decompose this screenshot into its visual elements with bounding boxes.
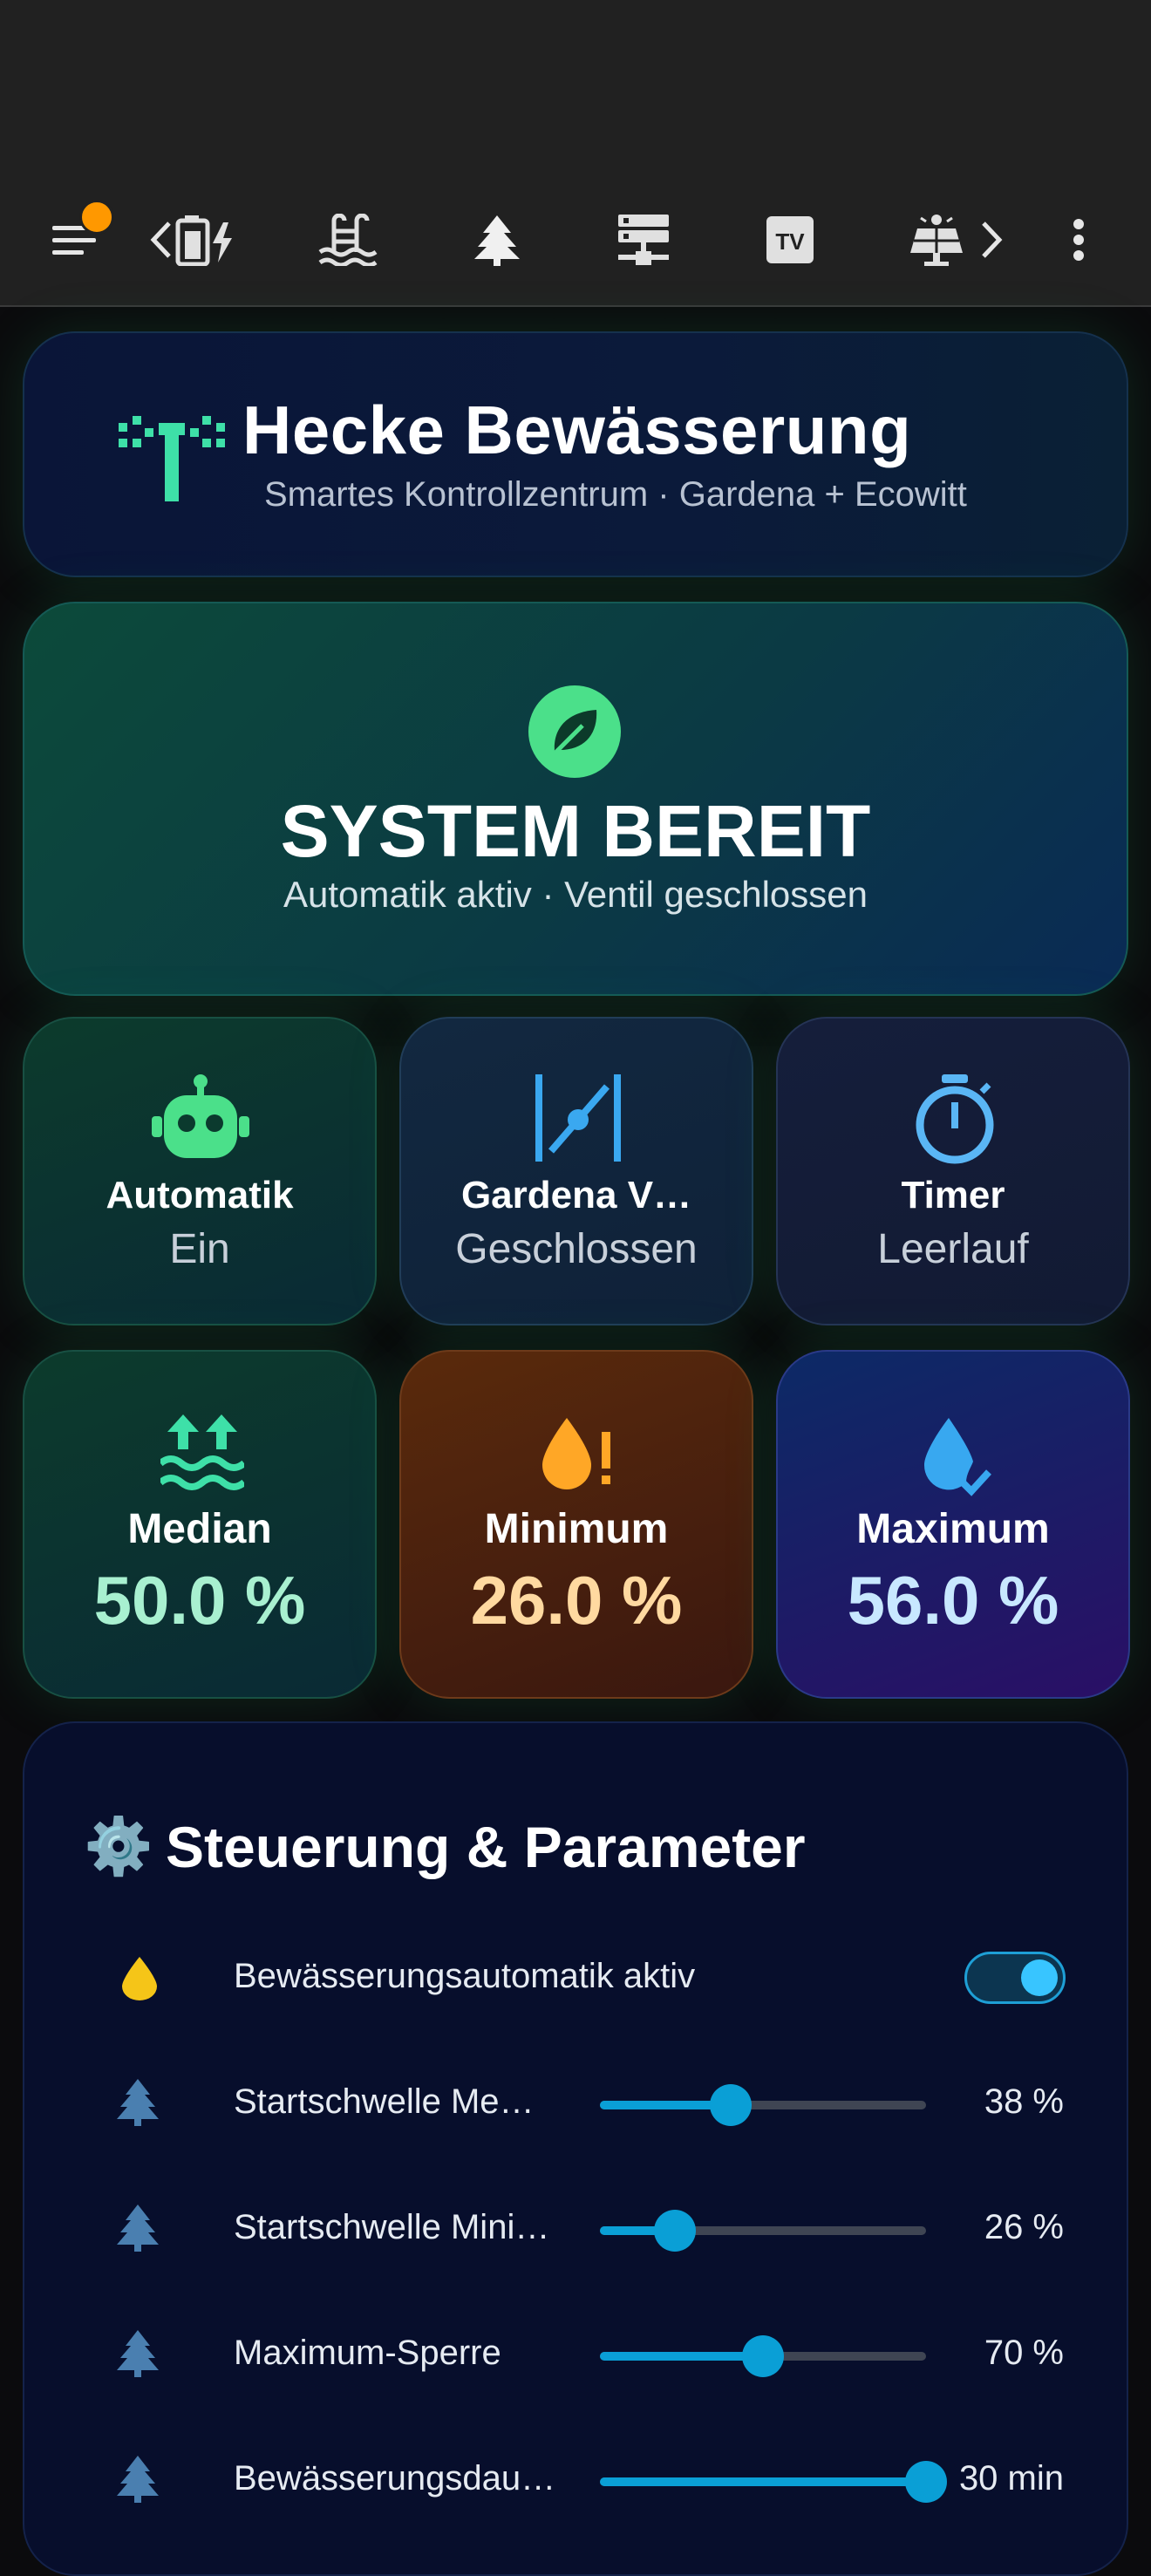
pine-tree-icon bbox=[117, 2330, 159, 2377]
start-median-slider[interactable] bbox=[600, 2084, 926, 2126]
maximum-label: Maximum bbox=[856, 1506, 1050, 1552]
pine-tree-icon bbox=[117, 2079, 159, 2126]
minimum-tile[interactable]: Minimum 26.0 % bbox=[399, 1350, 753, 1699]
minimum-value: 26.0 % bbox=[470, 1562, 683, 1639]
param-row-start-minimum: Startschwelle Mini… 26 % bbox=[0, 2194, 1151, 2264]
solar-panel-icon bbox=[910, 215, 963, 266]
pine-tree-icon bbox=[117, 2456, 159, 2503]
tv-icon: TV bbox=[766, 216, 814, 263]
param-label: Startschwelle Me… bbox=[234, 2082, 535, 2121]
timer-value: Leerlauf bbox=[877, 1226, 1029, 1272]
maximum-tile[interactable]: Maximum 56.0 % bbox=[776, 1350, 1130, 1699]
leaf-icon bbox=[528, 685, 621, 778]
tab-hedge[interactable] bbox=[462, 174, 532, 305]
param-label: Startschwelle Mini… bbox=[234, 2208, 550, 2246]
param-row-maximum-lock: Maximum-Sperre 70 % bbox=[0, 2320, 1151, 2389]
slider-thumb[interactable] bbox=[654, 2210, 697, 2252]
median-tile[interactable]: Median 50.0 % bbox=[23, 1350, 377, 1699]
minimum-label: Minimum bbox=[484, 1506, 669, 1552]
sprinkler-icon bbox=[119, 416, 225, 501]
automatik-value: Ein bbox=[169, 1226, 230, 1272]
valve-icon bbox=[535, 1074, 621, 1162]
median-label: Median bbox=[127, 1506, 272, 1552]
automatik-label: Automatik bbox=[106, 1174, 294, 1216]
tab-pool[interactable] bbox=[314, 174, 384, 305]
robot-icon bbox=[152, 1074, 249, 1158]
more-vert-icon bbox=[1073, 219, 1084, 261]
timer-label: Timer bbox=[901, 1174, 1005, 1216]
chevron-left-icon bbox=[150, 221, 171, 258]
param-value: 30 min bbox=[958, 2459, 1064, 2498]
tab-server[interactable] bbox=[609, 174, 678, 305]
scroll-right-button[interactable] bbox=[977, 174, 1006, 305]
slider-thumb[interactable] bbox=[709, 2084, 752, 2126]
menu-button[interactable] bbox=[44, 174, 105, 305]
chevron-right-icon bbox=[982, 221, 1003, 258]
parameters-title: Steuerung & Parameter bbox=[166, 1815, 806, 1879]
water-drop-icon bbox=[122, 1957, 157, 2000]
valve-value: Geschlossen bbox=[455, 1226, 698, 1272]
automation-toggle[interactable] bbox=[964, 1952, 1066, 2004]
param-row-start-median: Startschwelle Me… 38 % bbox=[0, 2068, 1151, 2138]
param-value: 38 % bbox=[984, 2082, 1064, 2121]
pine-tree-icon bbox=[117, 2205, 159, 2252]
toggle-knob bbox=[1021, 1959, 1058, 1996]
param-label: Bewässerungsdau… bbox=[234, 2459, 556, 2498]
slider-fill bbox=[600, 2477, 926, 2486]
param-value: 26 % bbox=[984, 2208, 1064, 2246]
system-status-subtitle: Automatik aktiv · Ventil geschlossen bbox=[283, 874, 868, 915]
param-row-duration: Bewässerungsdau… 30 min bbox=[0, 2445, 1151, 2515]
svg-text:TV: TV bbox=[775, 228, 805, 255]
status-bar bbox=[0, 0, 1151, 174]
valve-label: Gardena V… bbox=[460, 1174, 692, 1216]
tab-solar[interactable] bbox=[902, 174, 971, 305]
page-title: Hecke Bewässerung bbox=[242, 392, 912, 468]
param-label: Bewässerungsautomatik aktiv bbox=[234, 1957, 696, 1995]
timer-icon bbox=[916, 1074, 994, 1164]
automatik-tile[interactable]: Automatik Ein bbox=[23, 1017, 377, 1325]
system-status-title: SYSTEM BEREIT bbox=[280, 790, 871, 872]
param-label: Maximum-Sperre bbox=[234, 2334, 501, 2372]
battery-charging-icon bbox=[175, 215, 232, 266]
maximum-lock-slider[interactable] bbox=[600, 2335, 926, 2377]
water-check-icon bbox=[923, 1418, 991, 1496]
median-value: 50.0 % bbox=[93, 1562, 306, 1639]
overflow-menu-button[interactable] bbox=[1064, 174, 1093, 305]
top-toolbar: TV bbox=[0, 174, 1151, 480]
slider-thumb[interactable] bbox=[905, 2461, 947, 2503]
timer-tile[interactable]: Timer Leerlauf bbox=[776, 1017, 1130, 1325]
gear-icon: ⚙️ bbox=[84, 1815, 153, 1877]
water-alert-icon bbox=[542, 1418, 610, 1489]
pine-tree-icon bbox=[474, 215, 520, 266]
notification-badge bbox=[79, 200, 114, 235]
start-minimum-slider[interactable] bbox=[600, 2210, 926, 2252]
maximum-value: 56.0 % bbox=[847, 1562, 1059, 1639]
duration-slider[interactable] bbox=[600, 2461, 947, 2503]
slider-fill bbox=[600, 2352, 763, 2361]
valve-tile[interactable]: Gardena V… Geschlossen bbox=[399, 1017, 753, 1325]
server-icon bbox=[618, 215, 669, 265]
slider-thumb[interactable] bbox=[742, 2335, 784, 2377]
water-level-icon bbox=[160, 1414, 244, 1490]
page-subtitle: Smartes Kontrollzentrum · Gardena + Ecow… bbox=[264, 475, 967, 514]
pool-icon bbox=[318, 214, 378, 266]
tab-battery[interactable] bbox=[171, 174, 241, 305]
param-value: 70 % bbox=[984, 2334, 1064, 2372]
tab-tv[interactable]: TV bbox=[755, 174, 825, 305]
param-row-automation: Bewässerungsautomatik aktiv bbox=[0, 1943, 1151, 2013]
